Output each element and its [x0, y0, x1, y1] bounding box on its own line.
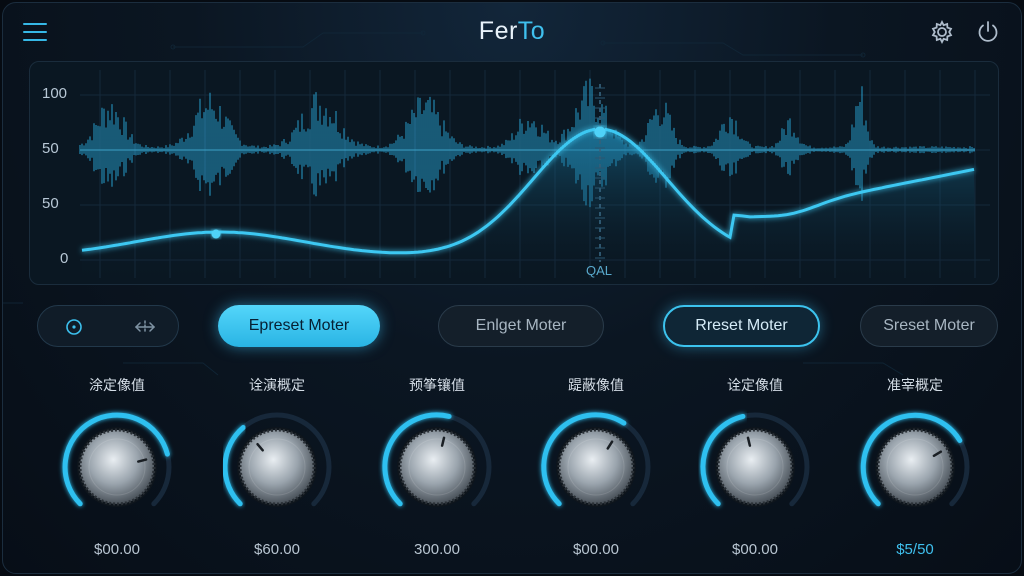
- preset-button-1[interactable]: Epreset Moter: [218, 305, 380, 347]
- knob-graphic[interactable]: [855, 407, 975, 527]
- knob-label: 踶蔽像值: [568, 378, 624, 394]
- knob-value: 300.00: [414, 541, 460, 558]
- y-tick-label: 50: [42, 195, 59, 212]
- waveform-graph[interactable]: [30, 62, 999, 285]
- knob-control: 踶蔽像值 $00.00: [516, 375, 676, 558]
- knob-control: 诠演概定 $60.00: [197, 375, 357, 558]
- swap-arrows-icon[interactable]: [132, 317, 158, 337]
- transport-control-pill[interactable]: [37, 305, 179, 347]
- preset-button-3[interactable]: Rreset Moter: [663, 305, 820, 347]
- y-tick-label: 50: [42, 140, 59, 157]
- power-icon: [978, 21, 998, 42]
- knob-dial[interactable]: [377, 407, 497, 527]
- knob-value: $60.00: [254, 541, 300, 558]
- knob-label: 诠演概定: [249, 378, 305, 394]
- knob-cap: [78, 428, 156, 506]
- settings-button[interactable]: [929, 19, 955, 45]
- knob-control: 预筝镶值 300.00: [357, 375, 517, 558]
- waveform-panel[interactable]: 100 50 50 0 QAL: [29, 61, 999, 285]
- knob-cap: [238, 428, 316, 506]
- knob-control: 诠定像值 $00.00: [675, 375, 835, 558]
- curve-point: [594, 126, 606, 138]
- knob-dial[interactable]: [217, 407, 337, 527]
- preset-button-2[interactable]: Enlget Moter: [438, 305, 604, 347]
- knob-cap: [716, 428, 794, 506]
- knob-graphic[interactable]: [695, 407, 815, 527]
- knob-graphic[interactable]: [377, 407, 497, 527]
- knob-dial[interactable]: [57, 407, 177, 527]
- knob-value: $00.00: [732, 541, 778, 558]
- y-tick-label: 0: [60, 250, 69, 267]
- knob-graphic[interactable]: [536, 407, 656, 527]
- curve-point: [211, 229, 221, 239]
- playhead-label: QAL: [586, 263, 613, 278]
- gear-icon: [931, 19, 953, 45]
- knob-value: $00.00: [94, 541, 140, 558]
- y-tick-label: 100: [42, 85, 68, 102]
- knob-control: 涂定像值 $00.00: [37, 375, 197, 558]
- knob-value: $00.00: [573, 541, 619, 558]
- knob-control: 准宰概定 $5/50: [835, 375, 995, 558]
- knob-dial[interactable]: [695, 407, 815, 527]
- target-icon[interactable]: [64, 317, 84, 337]
- knob-label: 准宰概定: [887, 378, 943, 394]
- knob-label: 涂定像值: [89, 378, 145, 394]
- knob-dial[interactable]: [536, 407, 656, 527]
- app-title: FerTo: [3, 17, 1021, 46]
- app-title-main: Fer: [478, 17, 518, 45]
- knob-label: 预筝镶值: [409, 378, 465, 394]
- knob-cap: [876, 428, 954, 506]
- knob-value: $5/50: [896, 541, 934, 558]
- app-title-accent: To: [517, 17, 546, 45]
- preset-button-4[interactable]: Sreset Moter: [860, 305, 998, 347]
- knob-cap: [557, 428, 635, 506]
- knob-label: 诠定像值: [727, 378, 783, 394]
- knob-cap: [398, 428, 476, 506]
- knob-graphic[interactable]: [57, 407, 177, 527]
- knob-dial[interactable]: [855, 407, 975, 527]
- app-window: FerTo 100 50 50 0 QAL Epreset Moter Enlg…: [2, 2, 1022, 574]
- knob-graphic[interactable]: [217, 407, 337, 527]
- power-button[interactable]: [975, 19, 1001, 45]
